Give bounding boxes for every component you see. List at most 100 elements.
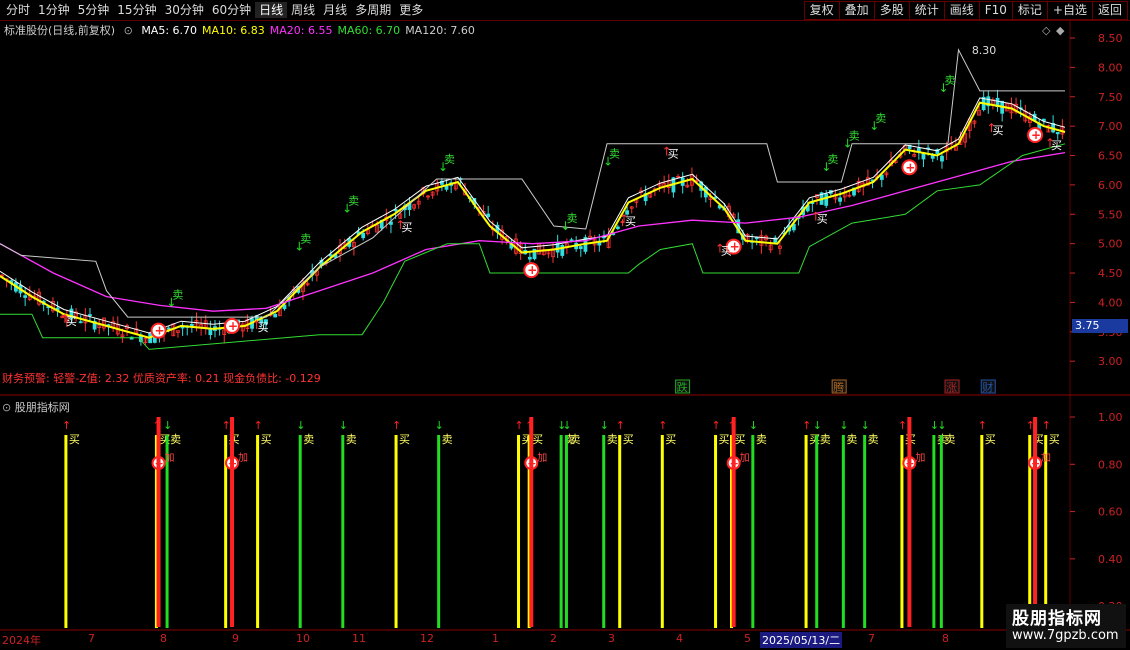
add-bar [156,417,161,627]
current-date: 2025/05/13/二 [760,632,843,648]
candle-body [78,321,83,324]
signal-arrow-25: ↓ [937,419,946,432]
candle-body [1055,132,1060,135]
add-bar [230,417,235,627]
period-tab-1[interactable]: 1分钟 [34,2,74,18]
signal-label-10: 买 [532,433,543,446]
diamond-filled-icon[interactable]: ◆ [1056,24,1064,37]
period-tab-4[interactable]: 30分钟 [161,2,208,18]
price-label-5: 6.00 [1098,179,1123,192]
signal-bar-21 [841,435,845,628]
ma5-line [0,97,1066,334]
settings-icon[interactable]: ⊙ [124,24,133,37]
signal-label-12: 卖 [569,433,580,446]
add-label: 加 [165,452,175,464]
sub-label-1: 0.80 [1098,458,1123,471]
date-label-12: 7 [868,632,875,645]
date-label-1: 7 [88,632,95,645]
toolbar-button-2[interactable]: 多股 [874,1,910,20]
period-tab-5[interactable]: 60分钟 [208,2,255,18]
kline-chart[interactable]: 8.50 8.00 7.50 7.00 6.50 6.00 5.50 5.00 4.50 4.00… [0,20,1130,650]
event-tag-1: 腾 [833,380,844,394]
signal-bar-5 [298,435,302,628]
candle-body [940,155,944,162]
signal-arrow-15: ↑ [658,419,667,432]
add-bar [1033,417,1038,627]
diamond-icon[interactable]: ◇ [1042,24,1050,37]
price-label-3: 7.00 [1098,120,1123,133]
add-bar [731,417,736,627]
toolbar-button-6[interactable]: 标记 [1012,1,1048,20]
add-bar [907,417,912,627]
main-signal-label-18: 买 [1051,139,1062,152]
add-label: 加 [740,452,750,464]
period-tab-0[interactable]: 分时 [2,2,34,18]
ma-legend: 标准股份(日线,前复权) ⊙ MA5: 6.70 MA10: 6.83 MA20: … [4,22,485,38]
period-tab-9[interactable]: 多周期 [351,2,395,18]
signal-arrow-9: ↑ [515,419,524,432]
date-label-10: 4 [676,632,683,645]
signal-label-5: 卖 [303,433,314,446]
stock-title: 标准股份(日线,前复权) [4,24,116,37]
signal-arrow-28: ↑ [1042,419,1051,432]
main-add-plus-icon: + [228,319,238,333]
ma-value-0: MA5: 6.70 [141,24,198,37]
period-tab-7[interactable]: 周线 [287,2,319,18]
signal-arrow-7: ↑ [392,419,401,432]
toolbar-button-0[interactable]: 复权 [803,1,840,20]
signal-label-26: 买 [985,433,996,446]
signal-bar-20 [815,435,819,628]
date-label-8: 2 [550,632,557,645]
period-tab-2[interactable]: 5分钟 [74,2,114,18]
price-label-4: 6.50 [1098,150,1123,163]
main-signal-label-17: 买 [992,124,1003,137]
main-signal-label-13: 卖 [827,153,838,166]
signal-bar-14 [618,435,622,628]
candle-body [444,185,449,190]
sub-label-2: 0.60 [1098,506,1123,519]
signal-bar-12 [564,435,568,628]
toolbar-button-4[interactable]: 画线 [944,1,980,20]
signal-arrow-16: ↑ [712,419,721,432]
settings-icon[interactable]: ⊙ [2,401,11,414]
signal-arrow-14: ↑ [616,419,625,432]
candle-body [569,239,574,242]
price-label-8: 4.50 [1098,267,1123,280]
event-tag-0: 跌 [677,380,688,394]
watermark: 股朋指标网 www.7gpzb.com [1006,604,1126,648]
date-label-4: 10 [296,632,310,645]
ma-values: MA5: 6.70 MA10: 6.83 MA20: 6.55 MA60: 6.70 M… [141,24,480,37]
toolbar-button-1[interactable]: 叠加 [839,1,875,20]
signal-label-28: 买 [1049,433,1060,446]
main-add-plus-icon: + [155,324,165,338]
main-signal-label-14: 卖 [849,130,860,143]
toolbar-button-3[interactable]: 统计 [909,1,945,20]
signal-bar-19 [804,435,808,628]
signal-bar-0 [64,435,68,628]
period-tab-3[interactable]: 15分钟 [113,2,160,18]
date-label-2: 8 [160,632,167,645]
signal-label-0: 买 [69,433,80,446]
toolbar-button-5[interactable]: F10 [979,1,1013,20]
sub-label-3: 0.40 [1098,553,1123,566]
toolbar-button-7[interactable]: +自选 [1047,1,1093,20]
period-tab-10[interactable]: 更多 [395,2,427,18]
signal-label-2: 卖 [170,433,181,446]
signal-arrow-8: ↓ [435,419,444,432]
ma-value-4: MA120: 7.60 [405,24,475,37]
signal-arrow-18: ↓ [749,419,758,432]
candle-body [166,327,171,330]
signal-label-6: 卖 [346,433,357,446]
signal-bar-11 [559,435,563,628]
toolbar-button-8[interactable]: 返回 [1092,1,1128,20]
candle-body [208,328,213,336]
candle-body [615,226,620,230]
signal-bar-26 [980,435,984,628]
price-label-0: 8.50 [1098,32,1123,45]
period-tab-6[interactable]: 日线 [255,2,288,18]
high-price-label: 8.30 [972,44,997,57]
signal-arrow-23: ↑ [898,419,907,432]
signal-label-25: 卖 [944,433,955,446]
period-tab-8[interactable]: 月线 [319,2,351,18]
add-bar [529,417,534,627]
